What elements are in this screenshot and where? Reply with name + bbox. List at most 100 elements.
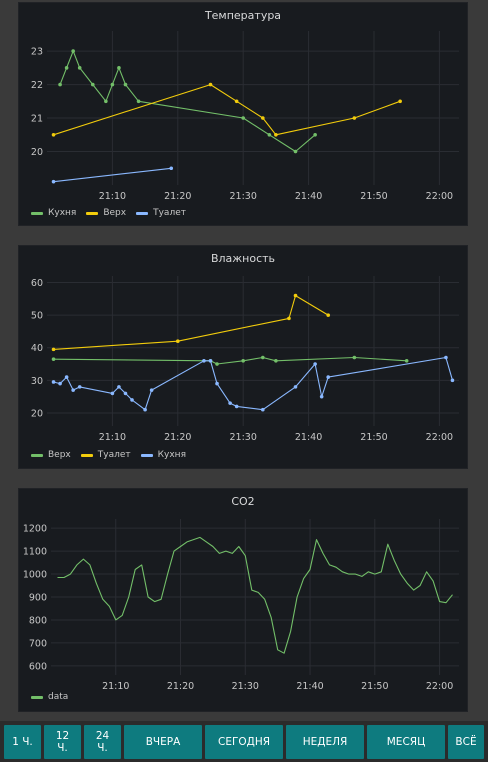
data-point xyxy=(110,391,115,396)
legend-swatch xyxy=(31,453,43,457)
data-point xyxy=(261,116,265,120)
series-line xyxy=(53,84,401,136)
data-point xyxy=(326,375,331,379)
x-tick-label: 21:40 xyxy=(295,432,322,443)
x-tick-label: 21:50 xyxy=(360,432,387,443)
legend-label: Верх xyxy=(48,450,71,460)
data-point xyxy=(58,381,62,386)
range-all-button[interactable]: ВСЁ xyxy=(448,725,484,759)
data-point xyxy=(58,82,62,87)
y-tick-label: 40 xyxy=(31,343,43,354)
legend-label: Кухня xyxy=(48,208,77,218)
legend-item-kitchen[interactable]: Кухня xyxy=(140,450,186,460)
data-point xyxy=(293,385,298,389)
data-point xyxy=(313,362,317,366)
data-point xyxy=(104,99,108,104)
x-tick-label: 22:00 xyxy=(426,191,453,202)
data-point xyxy=(51,132,56,137)
y-tick-label: 600 xyxy=(29,661,47,672)
data-point xyxy=(71,49,75,53)
legend-label: Верх xyxy=(103,208,127,218)
range-month-button[interactable]: МЕСЯЦ xyxy=(367,725,445,759)
legend-swatch xyxy=(31,211,43,215)
legend-item-toilet[interactable]: Туалет xyxy=(136,208,186,218)
data-point xyxy=(77,385,82,389)
range-today-button[interactable]: СЕГОДНЯ xyxy=(205,725,283,759)
data-point xyxy=(261,355,265,360)
data-point xyxy=(64,375,69,379)
data-point xyxy=(77,66,82,70)
temperature-chart[interactable]: 20 21 22 23 21:10 21:20 21:30 21:40 21:50 22:00 xyxy=(19,3,469,227)
y-tick-label: 20 xyxy=(31,408,43,419)
x-tick-label: 21:20 xyxy=(164,191,191,202)
data-point xyxy=(202,358,206,363)
legend-swatch xyxy=(31,695,43,699)
range-week-button[interactable]: НЕДЕЛЯ xyxy=(286,725,364,759)
data-point xyxy=(228,401,232,405)
legend: data xyxy=(31,692,68,702)
data-point xyxy=(175,339,180,344)
legend-item-toilet[interactable]: Туалет xyxy=(80,450,131,460)
data-point xyxy=(51,347,56,352)
legend-swatch xyxy=(140,453,153,457)
data-point xyxy=(64,66,69,70)
range-24h-button[interactable]: 24 Ч. xyxy=(84,725,121,759)
data-point xyxy=(352,116,357,120)
co2-chart[interactable]: 600 700 800 900 1000 1100 1200 21:10 21:20 21:30 2… xyxy=(19,489,469,713)
legend-swatch xyxy=(136,211,149,215)
y-tick-label: 900 xyxy=(29,593,47,604)
data-point xyxy=(241,358,245,363)
y-tick-label: 1100 xyxy=(23,547,47,558)
data-point xyxy=(274,132,278,137)
x-tick-label: 21:40 xyxy=(295,191,322,202)
data-point xyxy=(71,388,75,392)
x-tick-label: 21:30 xyxy=(229,432,256,443)
series-line xyxy=(53,356,454,411)
data-point xyxy=(293,149,298,154)
x-tick-label: 21:10 xyxy=(99,432,126,443)
y-tick-label: 30 xyxy=(31,376,43,387)
data-point xyxy=(143,407,147,412)
legend-item-upstairs[interactable]: Верх xyxy=(86,208,126,218)
series-line xyxy=(57,536,453,654)
data-point xyxy=(110,82,115,87)
legend-label: Кухня xyxy=(157,450,186,460)
legend-label: Туалет xyxy=(153,208,186,218)
data-point xyxy=(274,358,278,363)
x-tick-label: 21:30 xyxy=(229,191,256,202)
data-point xyxy=(169,166,174,171)
y-tick-label: 50 xyxy=(31,311,43,322)
y-tick-label: 1000 xyxy=(23,570,47,581)
data-point xyxy=(287,316,291,321)
data-point xyxy=(241,116,245,120)
legend-item-data[interactable]: data xyxy=(31,692,68,702)
data-point xyxy=(149,388,154,392)
x-tick-label: 21:10 xyxy=(99,191,126,202)
legend-item-kitchen[interactable]: Кухня xyxy=(31,208,76,218)
x-tick-label: 21:20 xyxy=(167,681,194,692)
y-tick-label: 800 xyxy=(29,615,47,626)
y-tick-label: 700 xyxy=(29,638,47,649)
humidity-panel: Влажность 20 30 40 50 60 21:10 21:20 21:30 21:40… xyxy=(18,245,468,469)
legend-swatch xyxy=(86,211,99,215)
co2-panel: CO2 600 700 800 900 1000 1100 1200 21:10 21:20 21… xyxy=(18,488,468,712)
range-12h-button[interactable]: 12 Ч. xyxy=(44,725,81,759)
range-yesterday-button[interactable]: ВЧЕРА xyxy=(124,725,202,759)
y-tick-label: 22 xyxy=(31,80,43,91)
data-point xyxy=(123,82,128,87)
y-tick-label: 60 xyxy=(31,278,43,289)
data-point xyxy=(51,380,56,384)
x-tick-label: 21:50 xyxy=(360,191,387,202)
range-1h-button[interactable]: 1 Ч. xyxy=(4,725,41,759)
data-point xyxy=(234,404,239,409)
legend-label: Туалет xyxy=(97,450,131,460)
x-tick-label: 22:00 xyxy=(426,432,453,443)
legend-item-upstairs[interactable]: Верх xyxy=(31,450,71,460)
data-point xyxy=(90,82,95,87)
data-point xyxy=(136,99,141,104)
data-point xyxy=(293,293,298,298)
x-tick-label: 21:10 xyxy=(102,681,129,692)
y-tick-label: 1200 xyxy=(23,524,47,535)
humidity-chart[interactable]: 20 30 40 50 60 21:10 21:20 21:30 21:40 21:50 22:00 xyxy=(19,246,469,470)
data-point xyxy=(267,132,272,137)
